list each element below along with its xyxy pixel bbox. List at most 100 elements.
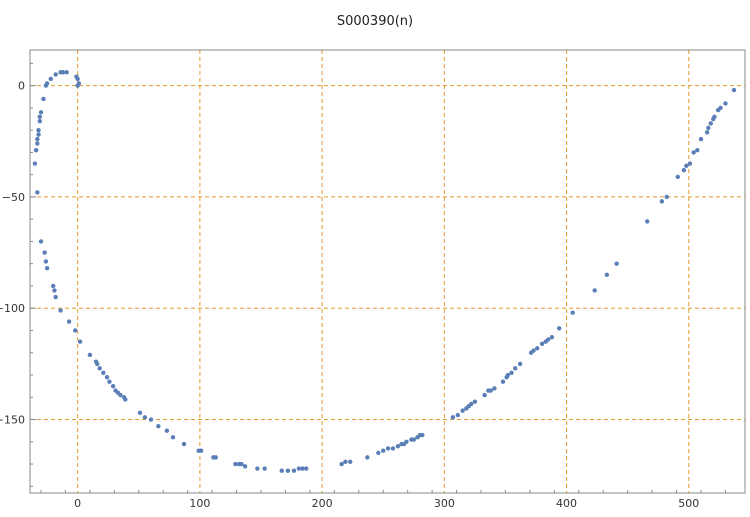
data-point: [535, 346, 540, 351]
plot-frame: [29, 49, 746, 494]
data-point: [376, 450, 381, 456]
point-layer: [32, 70, 737, 473]
data-point: [531, 348, 536, 353]
data-point: [472, 399, 478, 404]
data-point: [339, 461, 344, 467]
y-tick-label: −100: [0, 302, 25, 315]
data-point: [41, 96, 46, 102]
data-point: [549, 334, 555, 340]
data-point: [95, 361, 100, 367]
y-tick-label: −150: [0, 414, 25, 427]
data-point: [517, 361, 523, 367]
data-point: [32, 161, 38, 166]
data-point: [36, 132, 41, 137]
data-point: [731, 87, 737, 93]
data-point: [87, 352, 93, 358]
data-point: [35, 190, 40, 195]
data-point: [123, 397, 128, 402]
data-point: [645, 219, 650, 224]
data-point: [42, 250, 47, 255]
data-point: [53, 72, 58, 77]
data-point: [492, 386, 497, 391]
data-point: [37, 114, 42, 119]
data-point: [35, 141, 40, 146]
data-point: [285, 468, 291, 473]
chart-title: S000390(n): [336, 14, 414, 29]
data-point: [695, 147, 700, 153]
data-point: [570, 310, 575, 315]
data-point: [469, 401, 474, 407]
data-point: [107, 379, 112, 384]
data-point: [242, 464, 248, 469]
frame-layer: [29, 49, 746, 494]
data-point: [38, 110, 44, 115]
data-point: [279, 468, 284, 473]
data-point: [500, 379, 506, 384]
data-point: [604, 272, 610, 278]
data-point: [110, 383, 116, 389]
data-point: [170, 435, 176, 440]
x-tick-label: 500: [678, 497, 699, 510]
data-point: [664, 194, 669, 200]
grid-layer: [30, 50, 745, 493]
x-tick-label: 400: [556, 497, 577, 510]
data-point: [73, 328, 78, 333]
data-point: [262, 466, 267, 471]
data-point: [164, 428, 170, 433]
data-point: [64, 70, 69, 75]
y-tick-label: −50: [2, 191, 25, 204]
x-tick-label: 200: [312, 497, 333, 510]
data-point: [684, 163, 689, 168]
data-point: [52, 288, 57, 293]
data-point: [687, 161, 693, 166]
data-point: [365, 455, 370, 460]
tick-layer: 0 100 200 300 400 500 0 −50 −100 −150: [0, 62, 726, 510]
data-point: [36, 127, 41, 133]
data-point: [505, 372, 511, 378]
data-point: [488, 388, 493, 393]
data-point: [482, 392, 487, 398]
data-point: [118, 392, 123, 398]
data-point: [75, 76, 80, 82]
data-point: [97, 366, 102, 371]
data-point: [420, 432, 425, 438]
data-point: [156, 424, 161, 429]
data-point: [255, 466, 260, 471]
data-point: [75, 83, 80, 88]
data-point: [58, 308, 63, 313]
data-point: [411, 437, 416, 442]
data-point: [38, 239, 44, 244]
data-point: [48, 76, 53, 82]
data-point: [704, 130, 710, 135]
x-tick-label: 300: [434, 497, 455, 510]
data-point: [390, 446, 396, 451]
data-point: [239, 461, 244, 467]
data-point: [723, 101, 728, 106]
data-point: [706, 125, 711, 131]
data-point: [43, 259, 49, 264]
data-point: [381, 448, 386, 453]
data-point: [66, 319, 72, 324]
data-point: [659, 199, 665, 204]
data-point: [385, 446, 391, 451]
data-point: [460, 408, 465, 413]
chart-root: S000390(n) 0 100 200 300 400 500 0 −50 −100 −150: [0, 0, 750, 513]
x-tick-label: 0: [74, 497, 81, 510]
data-point: [395, 444, 401, 449]
data-point: [539, 341, 545, 347]
data-point: [348, 459, 353, 465]
data-point: [718, 105, 723, 111]
data-point: [35, 136, 40, 142]
data-point: [44, 265, 50, 271]
data-point: [142, 415, 148, 420]
data-point: [455, 412, 460, 418]
data-point: [509, 370, 514, 375]
data-point: [681, 168, 687, 173]
plot-area: 0 100 200 300 400 500 0 −50 −100 −150: [0, 49, 746, 510]
data-point: [691, 150, 696, 155]
data-point: [546, 337, 551, 342]
data-point: [708, 121, 713, 126]
y-tick-label: 0: [18, 80, 25, 93]
data-point: [77, 339, 83, 344]
data-point: [291, 468, 297, 473]
